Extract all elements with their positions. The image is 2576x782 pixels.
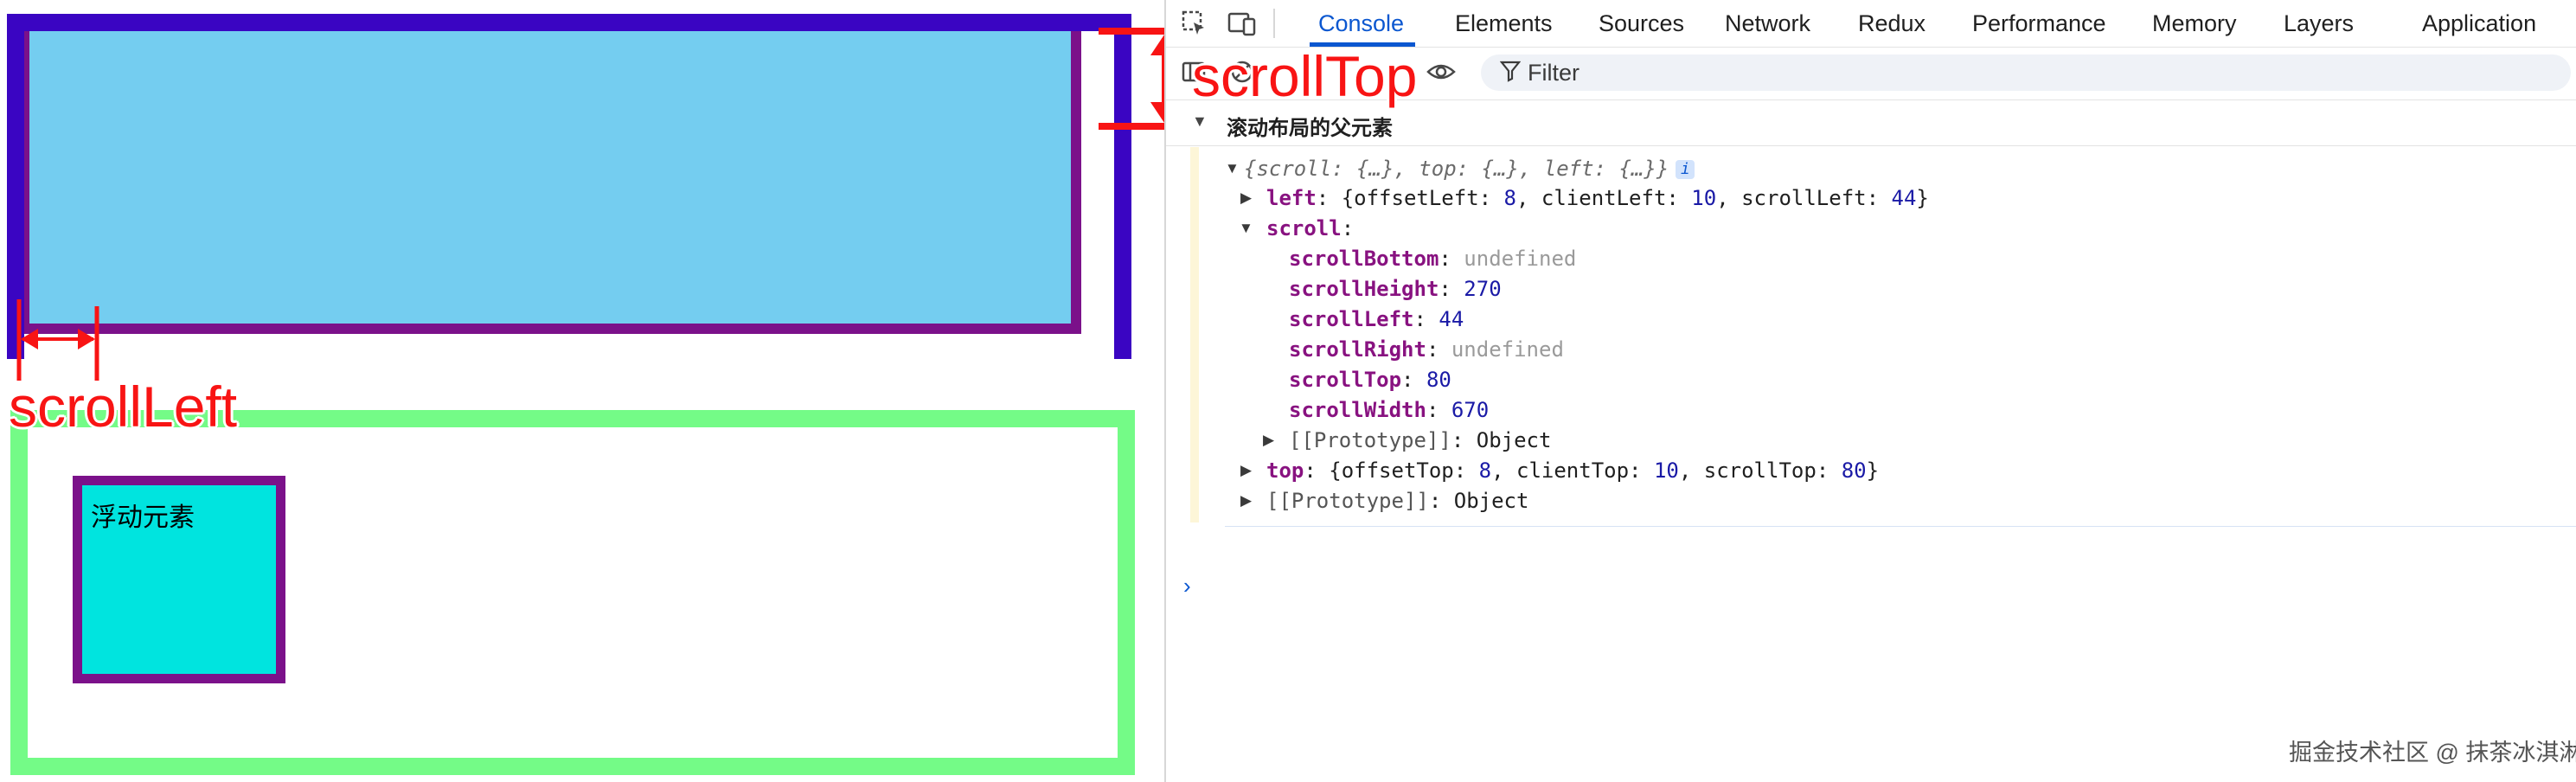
scroll-prop-key: scrollLeft [1289, 307, 1414, 331]
annotation-arrows [16, 28, 1202, 381]
scroll-prop-row: scrollWidth: 670 [1289, 398, 1490, 422]
outer-proto-key: [[Prototype]] [1266, 489, 1429, 513]
tab-elements[interactable]: Elements [1455, 7, 1553, 40]
scrolltop-annotation: scrollTop [1192, 44, 1418, 108]
prop-left-text-c: , scrollLeft: [1716, 186, 1892, 210]
devtools-panel: Console Elements Sources Network Redux P… [1164, 0, 2576, 782]
float-parent-box: 浮动元素 [10, 410, 1135, 775]
console-prompt[interactable]: › [1183, 573, 1191, 599]
float-element-label: 浮动元素 [91, 503, 195, 532]
devtools-toolbar: Console Elements Sources Network Redux P… [1166, 0, 2576, 48]
tab-console[interactable]: Console [1318, 7, 1404, 40]
prop-top-text-a: : {offsetTop: [1304, 458, 1479, 483]
inner-proto-key: [[Prototype]] [1289, 428, 1451, 452]
object-summary[interactable]: {scroll: {…}, top: {…}, left: {…}} i [1244, 154, 1695, 183]
console-group-title: 滚动布局的父元素 [1227, 117, 1393, 140]
scroll-expand-triangle-icon[interactable]: ▼ [1239, 214, 1253, 243]
scrollleft-arrow-head-right [78, 329, 95, 349]
offset-left-value: 8 [1503, 186, 1516, 210]
prop-scroll[interactable]: scroll: [1266, 214, 1354, 243]
outer-prototype[interactable]: [[Prototype]]: Object [1266, 486, 1528, 516]
scroll-prop-value: undefined [1464, 247, 1577, 271]
tab-memory[interactable]: Memory [2152, 7, 2237, 40]
prop-scroll-key: scroll [1266, 216, 1342, 240]
prop-top-key: top [1266, 458, 1304, 483]
scroll-prop-value: 670 [1451, 398, 1490, 422]
live-expression-eye-icon[interactable] [1426, 58, 1457, 86]
scroll-prop-key: scrollRight [1289, 337, 1426, 362]
scroll-prop-row: scrollBottom: undefined [1289, 247, 1577, 271]
scroll-prop-key: scrollHeight [1289, 277, 1439, 301]
offset-top-value: 8 [1478, 458, 1492, 483]
watermark: 掘金技术社区 @ 抹茶冰淇淋 [2289, 740, 2576, 766]
filter-input[interactable]: Filter [1481, 54, 2571, 91]
scroll-prop-row: scrollLeft: 44 [1289, 307, 1464, 331]
filter-placeholder: Filter [1528, 60, 1580, 86]
log-gutter-bar [1190, 147, 1199, 522]
scroll-left-value: 44 [1891, 186, 1917, 210]
console-log-entry: ▼ {scroll: {…}, top: {…}, left: {…}} i ▶ … [1190, 147, 2576, 528]
scroll-prop-row: scrollHeight: 270 [1289, 277, 1502, 301]
prop-left-text-b: , clientLeft: [1516, 186, 1692, 210]
client-left-value: 10 [1691, 186, 1717, 210]
tab-network[interactable]: Network [1725, 7, 1810, 40]
filter-icon [1499, 60, 1522, 88]
prop-left-text-a: : {offsetLeft: [1316, 186, 1504, 210]
scroll-prop-row: scrollRight: undefined [1289, 337, 1564, 362]
scroll-prop-key: scrollTop [1289, 368, 1402, 392]
outer-proto-value: Object [1453, 489, 1529, 513]
info-badge-icon[interactable]: i [1676, 160, 1695, 179]
scroll-prop-value: 44 [1439, 307, 1464, 331]
toolbar-divider [1273, 9, 1275, 38]
prop-top-text-b: , clientTop: [1491, 458, 1654, 483]
rendered-page: 浮动元素 scrollLeft [0, 0, 1202, 782]
inspect-element-icon[interactable] [1178, 9, 1209, 36]
scroll-prop-value: 270 [1464, 277, 1502, 301]
tab-performance[interactable]: Performance [1972, 7, 2106, 40]
scroll-top-value: 80 [1841, 458, 1867, 483]
prop-left-key: left [1266, 186, 1317, 210]
group-expand-triangle-icon[interactable]: ▼ [1192, 112, 1208, 131]
object-summary-text: {scroll: {…}, top: {…}, left: {…}} [1244, 157, 1669, 181]
scroll-prop-row: scrollTop: 80 [1289, 368, 1451, 392]
tab-redux[interactable]: Redux [1858, 7, 1926, 40]
client-top-value: 10 [1653, 458, 1679, 483]
inner-proto-triangle-icon[interactable]: ▶ [1263, 426, 1274, 455]
inner-proto-value: Object [1476, 428, 1552, 452]
inner-prototype[interactable]: [[Prototype]]: Object [1289, 426, 1551, 455]
tab-application[interactable]: Application [2422, 7, 2536, 40]
scroll-prop-value: undefined [1451, 337, 1564, 362]
scroll-prop-key: scrollWidth [1289, 398, 1426, 422]
outer-proto-triangle-icon[interactable]: ▶ [1240, 486, 1252, 516]
prop-left-text-d: } [1916, 186, 1929, 210]
object-expand-triangle-icon[interactable]: ▼ [1225, 154, 1240, 183]
scroll-prop-key: scrollBottom [1289, 247, 1439, 271]
prop-left[interactable]: left: {offsetLeft: 8, clientLeft: 10, sc… [1266, 183, 1929, 213]
scrollleft-arrow-head-left [21, 329, 38, 349]
top-collapse-triangle-icon[interactable]: ▶ [1240, 456, 1252, 485]
prop-top-text-c: , scrollTop: [1678, 458, 1842, 483]
left-collapse-triangle-icon[interactable]: ▶ [1240, 183, 1252, 213]
prop-top[interactable]: top: {offsetTop: 8, clientTop: 10, scrol… [1266, 456, 1879, 485]
tab-layers[interactable]: Layers [2284, 7, 2354, 40]
scroll-prop-value: 80 [1426, 368, 1451, 392]
log-divider [1225, 526, 2576, 527]
scrollleft-annotation: scrollLeft [9, 375, 238, 439]
device-toolbar-icon[interactable] [1227, 9, 1258, 36]
prop-top-text-d: } [1866, 458, 1880, 483]
tab-sources[interactable]: Sources [1599, 7, 1684, 40]
float-element: 浮动元素 [73, 476, 285, 683]
